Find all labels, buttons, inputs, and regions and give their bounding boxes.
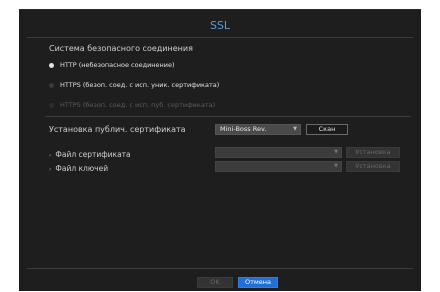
cert-file-label: Файл сертификата bbox=[55, 150, 131, 159]
radio-selected-indicator[interactable] bbox=[49, 62, 54, 68]
chevron-down-icon: ▼ bbox=[334, 163, 338, 169]
cert-file-row: › Файл сертификата bbox=[49, 150, 131, 159]
bullet-icon: › bbox=[49, 166, 52, 173]
key-file-row: › Файл ключей bbox=[49, 164, 108, 173]
cert-install-button: Установка bbox=[346, 147, 400, 158]
dialog-title: SSL bbox=[209, 19, 231, 32]
scan-button[interactable]: Скан bbox=[306, 124, 348, 135]
section-divider bbox=[45, 116, 411, 117]
ok-button: OK bbox=[197, 277, 233, 288]
title-divider bbox=[27, 37, 413, 38]
radio-indicator bbox=[49, 102, 54, 108]
cert-file-select: ▼ bbox=[215, 147, 342, 158]
footer-divider bbox=[27, 268, 413, 269]
chevron-down-icon: ▼ bbox=[293, 126, 297, 132]
radio-http[interactable]: HTTP (небезопасное соединение) bbox=[49, 59, 175, 71]
key-install-button: Установка bbox=[346, 161, 400, 172]
cancel-button[interactable]: Отмена bbox=[238, 277, 278, 288]
public-cert-label: Установка публич. сертификата bbox=[49, 125, 186, 134]
radio-https-public: HTTPS (безоп. соед. с исп. пуб. сертифик… bbox=[49, 99, 215, 111]
radio-http-label: HTTP (небезопасное соединение) bbox=[60, 61, 175, 69]
device-select[interactable]: Mini-Boss Rev. ▼ bbox=[215, 124, 301, 135]
ssl-dialog: SSL Система безопасного соединения HTTP … bbox=[19, 9, 421, 291]
chevron-down-icon: ▼ bbox=[334, 149, 338, 155]
radio-https-unique-label: HTTPS (безоп. соед. с исп. уник. сертифи… bbox=[60, 81, 220, 89]
radio-https-public-label: HTTPS (безоп. соед. с исп. пуб. сертифик… bbox=[60, 101, 216, 109]
device-select-value: Mini-Boss Rev. bbox=[220, 125, 267, 133]
connection-section-label: Система безопасного соединения bbox=[49, 44, 193, 53]
key-file-label: Файл ключей bbox=[55, 164, 109, 173]
radio-https-unique[interactable]: HTTPS (безоп. соед. с исп. уник. сертифи… bbox=[49, 79, 219, 91]
key-file-select: ▼ bbox=[215, 161, 342, 172]
bullet-icon: › bbox=[49, 152, 52, 159]
radio-indicator[interactable] bbox=[49, 82, 54, 88]
